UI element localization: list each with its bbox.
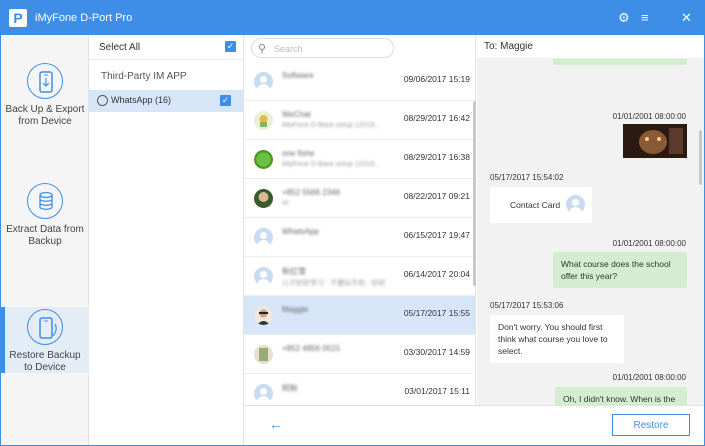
chat-scrollbar[interactable] <box>699 130 702 185</box>
app-window: P iMyFone D-Port Pro ⚙ ≡ ✕ Back Up & Exp… <box>0 0 705 446</box>
conversation-name: Software <box>282 71 314 80</box>
avatar <box>254 150 273 169</box>
nav-extract-backup[interactable]: Extract Data from Backup <box>1 183 89 283</box>
gear-icon[interactable]: ⚙ <box>618 10 630 26</box>
conversation-name: WhatsApp <box>282 227 319 236</box>
section-title: Third-Party IM APP <box>101 71 187 82</box>
chat-recipient: To: Maggie <box>484 41 533 52</box>
avatar <box>254 111 273 130</box>
conversation-date: 03/30/2017 14:59 <box>403 347 470 357</box>
avatar <box>254 189 273 208</box>
message-timestamp: 01/01/2001 08:00:00 <box>612 112 686 121</box>
message-timestamp: 01/01/2001 08:00:00 <box>612 373 686 382</box>
close-icon[interactable]: ✕ <box>681 10 692 26</box>
avatar <box>254 345 273 364</box>
conversation-name: 阿秋 <box>282 384 298 393</box>
conversation-date: 05/17/2017 15:55 <box>403 308 470 318</box>
chat-header: To: Maggie <box>477 35 704 59</box>
message-timestamp: 01/01/2001 08:00:00 <box>612 239 686 248</box>
nav-restore-backup[interactable]: Restore Backup to Device <box>1 307 89 373</box>
whatsapp-icon <box>97 95 108 106</box>
conversation-name: +852 5566 2346 <box>282 188 341 197</box>
conversation-date: 08/29/2017 16:38 <box>403 152 470 162</box>
database-icon <box>27 183 63 219</box>
message-timestamp: 05/17/2017 15:54:02 <box>490 173 564 182</box>
conversation-row[interactable]: 秋红雪 儿子好好学习 - 不要玩手机 - 好好 06/14/2017 20:04 <box>244 257 475 296</box>
message-image[interactable] <box>623 124 687 158</box>
avatar <box>254 267 273 286</box>
phone-restore-icon <box>27 309 63 345</box>
conversation-panel: ⚲ Software 09/06/2017 15:19 WeChat iMyFo… <box>244 35 476 405</box>
app-logo: P <box>9 9 27 27</box>
conversation-preview: 儿子好好学习 - 不要玩手机 - 好好 <box>282 280 386 287</box>
conversation-name: Maggie <box>282 305 309 314</box>
sidebar: Back Up & Export from Device Extract Dat… <box>1 35 89 445</box>
whatsapp-checkbox[interactable]: ✓ <box>220 95 231 106</box>
search-icon: ⚲ <box>258 43 267 55</box>
conversation-row[interactable]: +852 5566 2346 Hi 08/22/2017 09:21 <box>244 179 475 218</box>
nav-label-restore-backup: Restore Backup to Device <box>9 350 81 373</box>
select-all-label: Select All <box>99 42 141 53</box>
filter-item-whatsapp[interactable]: WhatsApp (16) ✓ <box>89 90 243 112</box>
select-all-row[interactable]: Select All ✓ <box>89 35 243 60</box>
nav-label-backup-export: Back Up & Export from Device <box>5 104 85 127</box>
contact-card[interactable]: Contact Card <box>490 187 592 223</box>
conversation-date: 06/14/2017 20:04 <box>403 269 470 279</box>
conversation-name: one fishe <box>282 149 315 158</box>
title-bar: P iMyFone D-Port Pro ⚙ ≡ ✕ <box>1 1 704 35</box>
message-bubble: Don't worry. You should first think what… <box>490 315 624 363</box>
conversation-date: 09/06/2017 15:19 <box>403 74 470 84</box>
phone-export-icon <box>27 63 63 99</box>
conversation-row[interactable]: WeChat iMyFone D-Back setup 12019... 08/… <box>244 101 475 140</box>
avatar <box>254 384 273 403</box>
conversation-date: 08/29/2017 16:42 <box>403 113 470 123</box>
avatar <box>566 195 585 214</box>
nav-backup-export[interactable]: Back Up & Export from Device <box>1 63 89 163</box>
conversation-name: WeChat <box>282 110 311 119</box>
menu-icon[interactable]: ≡ <box>641 10 649 26</box>
avatar <box>254 72 273 91</box>
conversation-date: 06/15/2017 19:47 <box>403 230 470 240</box>
message-bubble: What course does the school offer this y… <box>553 252 687 288</box>
filter-panel: Select All ✓ Third-Party IM APP WhatsApp… <box>89 35 244 445</box>
conversation-date: 03/01/2017 15:11 <box>404 386 470 396</box>
message-bubble: Oh, I didn't know. When is the <box>555 387 687 405</box>
restore-button[interactable]: Restore <box>612 414 690 436</box>
conversation-preview: Hi <box>282 200 289 207</box>
arrow-left-icon[interactable]: ← <box>269 416 283 432</box>
search-input[interactable] <box>274 42 389 55</box>
nav-label-extract-backup: Extract Data from Backup <box>6 224 84 247</box>
conversation-date: 08/22/2017 09:21 <box>403 191 470 201</box>
conversation-preview: iMyFone D-Back setup 12019... <box>282 161 381 168</box>
conversation-preview: iMyFone D-Back setup 12019... <box>282 122 381 129</box>
conversation-row[interactable]: one fishe iMyFone D-Back setup 12019... … <box>244 140 475 179</box>
conversation-row[interactable]: 阿秋 03/01/2017 15:11 <box>244 374 475 405</box>
conversation-name: +852 4856 0515 <box>282 344 341 353</box>
search-box[interactable]: ⚲ <box>251 38 394 58</box>
conversation-row[interactable]: WhatsApp 06/15/2017 19:47 <box>244 218 475 257</box>
chat-panel: To: Maggie 01/01/2001 08:00:00 05/17/201… <box>477 35 704 405</box>
chat-messages: 01/01/2001 08:00:00 05/17/2017 15:54:02 … <box>477 51 704 405</box>
select-all-checkbox[interactable]: ✓ <box>225 41 236 52</box>
conversation-scrollbar[interactable] <box>473 101 476 286</box>
footer-bar: ← Restore <box>244 405 704 445</box>
conversation-list: Software 09/06/2017 15:19 WeChat iMyFone… <box>244 62 475 405</box>
conversation-row-selected[interactable]: Maggie 05/17/2017 15:55 <box>244 296 475 335</box>
avatar <box>254 306 273 325</box>
conversation-row[interactable]: +852 4856 0515 03/30/2017 14:59 <box>244 335 475 374</box>
avatar <box>254 228 273 247</box>
conversation-name: 秋红雪 <box>282 267 306 276</box>
contact-card-label: Contact Card <box>510 200 561 210</box>
message-timestamp: 05/17/2017 15:53:06 <box>490 301 564 310</box>
conversation-row[interactable]: Software 09/06/2017 15:19 <box>244 62 475 101</box>
whatsapp-label: WhatsApp (16) <box>111 95 172 105</box>
app-title: iMyFone D-Port Pro <box>35 12 133 24</box>
